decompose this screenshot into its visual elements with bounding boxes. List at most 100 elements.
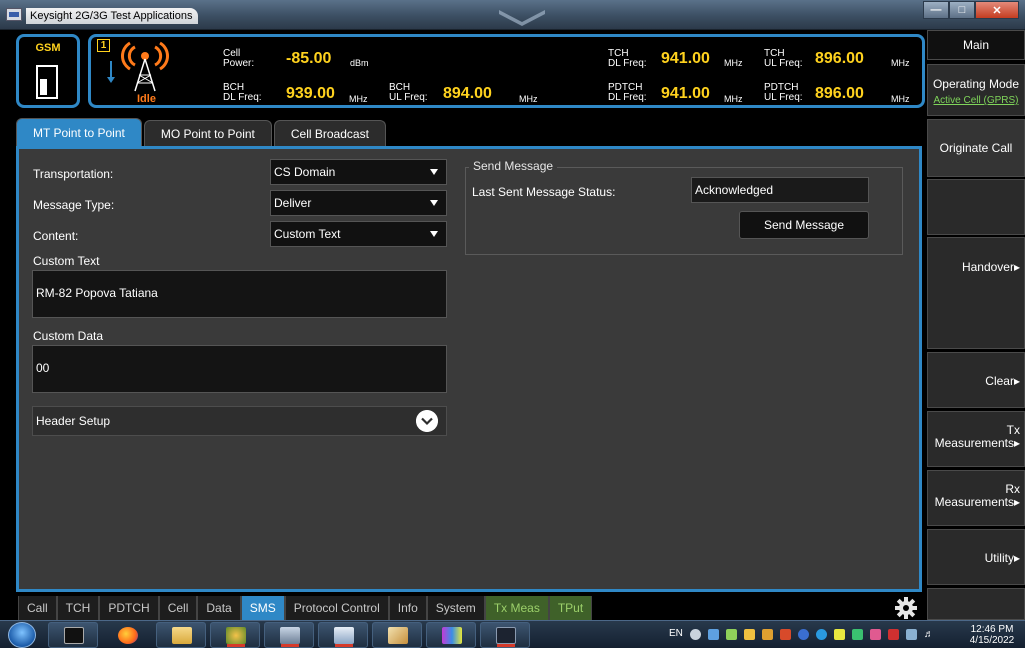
softkey-panel: Main Operating Mode Active Cell (GPRS) O… bbox=[927, 30, 1025, 620]
app-icon bbox=[6, 8, 22, 21]
start-button[interactable] bbox=[8, 622, 36, 648]
menu-tab-tx-meas[interactable]: Tx Meas bbox=[484, 596, 549, 620]
tray-icon[interactable] bbox=[690, 629, 701, 640]
volume-icon[interactable]: ♬ bbox=[924, 629, 935, 640]
menu-tab-info[interactable]: Info bbox=[388, 596, 427, 620]
format-indicator: GSM bbox=[16, 34, 80, 108]
softkey-main[interactable]: Main bbox=[927, 30, 1025, 60]
menu-tab-protocol-control[interactable]: Protocol Control bbox=[284, 596, 389, 620]
bch-ul-label: BCH UL Freq: bbox=[389, 82, 428, 103]
tray-icon[interactable] bbox=[780, 629, 791, 640]
tx-measurements-button[interactable]: Tx Measurements▸ bbox=[927, 411, 1025, 467]
tab-mt-point-to-point[interactable]: MT Point to Point bbox=[16, 118, 142, 146]
tch-dl-unit: MHz bbox=[724, 58, 743, 68]
bch-ul-value: 894.00 bbox=[443, 85, 492, 102]
collapse-chevron-icon[interactable] bbox=[497, 6, 547, 26]
signal-bar-icon bbox=[36, 65, 58, 99]
send-message-group-label: Send Message bbox=[469, 159, 558, 173]
language-indicator[interactable]: EN bbox=[669, 628, 683, 639]
dropdown-arrow-icon bbox=[430, 169, 438, 175]
clear-button[interactable]: Clear▸ bbox=[927, 352, 1025, 408]
transportation-value: CS Domain bbox=[274, 165, 336, 179]
transportation-dropdown[interactable]: CS Domain bbox=[270, 159, 447, 185]
tch-ul-label: TCH UL Freq: bbox=[764, 48, 803, 69]
menu-tab-tput[interactable]: TPut bbox=[548, 596, 593, 620]
window-title: Keysight 2G/3G Test Applications bbox=[26, 8, 199, 24]
softkey-operating-mode[interactable]: Operating Mode Active Cell (GPRS) bbox=[927, 64, 1025, 116]
maximize-button[interactable]: □ bbox=[949, 1, 975, 19]
file-explorer-icon[interactable] bbox=[156, 622, 206, 648]
message-type-value: Deliver bbox=[274, 196, 312, 210]
title-bar: Keysight 2G/3G Test Applications — □ ✕ bbox=[0, 0, 1025, 30]
cmd-icon[interactable] bbox=[48, 622, 98, 648]
menu-tab-system[interactable]: System bbox=[426, 596, 485, 620]
network-icon[interactable] bbox=[906, 629, 917, 640]
pdtch-ul-label: PDTCH UL Freq: bbox=[764, 82, 803, 103]
tray-icon[interactable] bbox=[726, 629, 737, 640]
tab-mo-point-to-point[interactable]: MO Point to Point bbox=[143, 120, 272, 146]
menu-tab-tch[interactable]: TCH bbox=[56, 596, 100, 620]
transportation-label: Transportation: bbox=[33, 167, 114, 181]
firefox-icon[interactable] bbox=[102, 622, 152, 648]
softkey-blank[interactable] bbox=[927, 179, 1025, 235]
content-dropdown[interactable]: Custom Text bbox=[270, 221, 447, 247]
dropdown-arrow-icon bbox=[430, 231, 438, 237]
header-setup-expander[interactable]: Header Setup bbox=[32, 406, 447, 436]
operating-mode-value[interactable]: Active Cell (GPRS) bbox=[928, 95, 1024, 106]
app-icon-2[interactable] bbox=[264, 622, 314, 648]
content-label: Content: bbox=[33, 229, 79, 243]
custom-text-field[interactable]: RM-82 Popova Tatiana bbox=[32, 270, 447, 318]
menu-tab-cell[interactable]: Cell bbox=[158, 596, 198, 620]
tray-icon[interactable] bbox=[798, 629, 809, 640]
app-icon-5[interactable] bbox=[480, 622, 530, 648]
app-icon-1[interactable] bbox=[210, 622, 260, 648]
tray-icon[interactable] bbox=[852, 629, 863, 640]
custom-data-label: Custom Data bbox=[33, 329, 104, 343]
utility-button[interactable]: Utility▸ bbox=[927, 529, 1025, 585]
tch-dl-label: TCH DL Freq: bbox=[608, 48, 647, 69]
menu-tab-sms[interactable]: SMS bbox=[240, 596, 285, 620]
app-icon-4[interactable] bbox=[426, 622, 476, 648]
tch-dl-value: 941.00 bbox=[661, 50, 710, 67]
cell-status-panel: 1 Idle Cell Power: -85.00 dBm BCH DL Freq: bbox=[88, 34, 925, 108]
tray-icon[interactable] bbox=[762, 629, 773, 640]
rx-measurements-button[interactable]: Rx Measurements▸ bbox=[927, 470, 1025, 526]
handover-button[interactable]: Handover▸ bbox=[927, 237, 1025, 349]
tab-cell-broadcast[interactable]: Cell Broadcast bbox=[273, 120, 386, 146]
tray-icon[interactable] bbox=[888, 629, 899, 640]
tray-icon[interactable] bbox=[816, 629, 827, 640]
menu-tab-call[interactable]: Call bbox=[18, 596, 57, 620]
pdtch-dl-label: PDTCH DL Freq: bbox=[608, 82, 647, 103]
windows-taskbar: EN ♬ 12:46 PM 4/15/2022 bbox=[0, 620, 1025, 648]
pdtch-ul-unit: MHz bbox=[891, 94, 910, 104]
last-status-label: Last Sent Message Status: bbox=[472, 185, 616, 199]
sms-tabs: MT Point to Point MO Point to Point Cell… bbox=[16, 118, 388, 146]
taskbar-clock[interactable]: 12:46 PM 4/15/2022 bbox=[963, 624, 1021, 646]
softkey-blank[interactable] bbox=[927, 588, 1025, 620]
minimize-button[interactable]: — bbox=[923, 1, 949, 19]
bottom-menu-tabs: Call TCH PDTCH Cell Data SMS Protocol Co… bbox=[18, 596, 593, 620]
paint-icon[interactable] bbox=[372, 622, 422, 648]
tray-icon[interactable] bbox=[708, 629, 719, 640]
tray-icon[interactable] bbox=[834, 629, 845, 640]
originate-call-button[interactable]: Originate Call bbox=[927, 119, 1025, 177]
send-message-button[interactable]: Send Message bbox=[739, 211, 869, 239]
content-value: Custom Text bbox=[274, 227, 341, 241]
bch-dl-label: BCH DL Freq: bbox=[223, 82, 262, 103]
tch-ul-value: 896.00 bbox=[815, 50, 864, 67]
custom-text-label: Custom Text bbox=[33, 254, 100, 268]
bch-ul-unit: MHz bbox=[519, 94, 538, 104]
settings-gear-icon[interactable] bbox=[894, 596, 918, 620]
header-setup-label: Header Setup bbox=[36, 414, 111, 428]
app-icon-3[interactable] bbox=[318, 622, 368, 648]
custom-data-field[interactable]: 00 bbox=[32, 345, 447, 393]
message-type-dropdown[interactable]: Deliver bbox=[270, 190, 447, 216]
expand-chevron-icon[interactable] bbox=[416, 410, 438, 432]
menu-tab-data[interactable]: Data bbox=[197, 596, 241, 620]
close-button[interactable]: ✕ bbox=[975, 1, 1019, 19]
last-status-value: Acknowledged bbox=[691, 177, 869, 203]
tray-icon[interactable] bbox=[744, 629, 755, 640]
tray-icon[interactable] bbox=[870, 629, 881, 640]
pdtch-dl-unit: MHz bbox=[724, 94, 743, 104]
menu-tab-pdtch[interactable]: PDTCH bbox=[99, 596, 159, 620]
